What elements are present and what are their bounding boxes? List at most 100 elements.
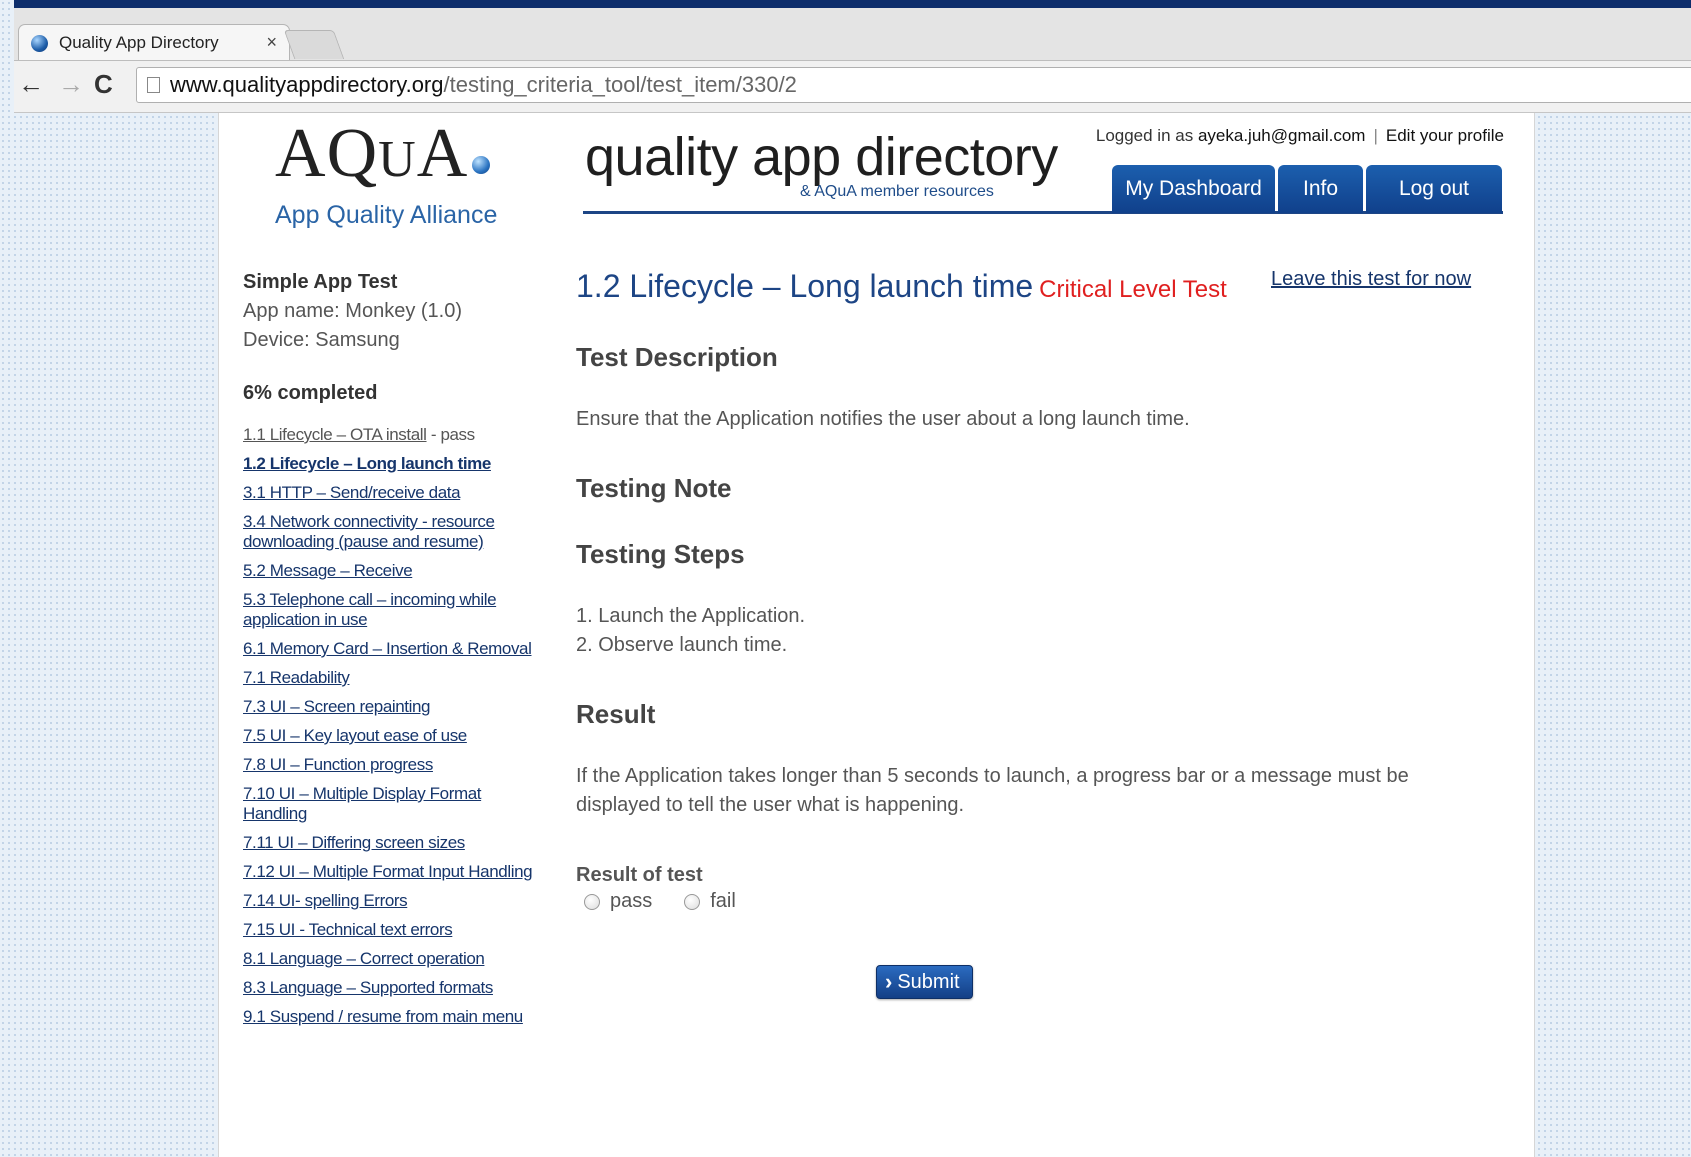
main-nav: My Dashboard Info Log out xyxy=(1112,165,1502,213)
test-item-link[interactable]: 7.15 UI - Technical text errors xyxy=(243,920,453,939)
submit-label: Submit xyxy=(897,970,960,993)
navigation-bar: ← → C www.qualityappdirectory.org/testin… xyxy=(14,61,1691,111)
logo-letter: A xyxy=(416,115,469,192)
logo-subtitle: App Quality Alliance xyxy=(275,201,498,229)
address-bar[interactable]: www.qualityappdirectory.org/testing_crit… xyxy=(136,67,1691,103)
test-item-link[interactable]: 7.1 Readability xyxy=(243,668,350,687)
test-item-link[interactable]: 7.10 UI – Multiple Display Format Handli… xyxy=(243,784,482,823)
test-item-link[interactable]: 7.5 UI – Key layout ease of use xyxy=(243,726,467,745)
tab-strip: Quality App Directory × xyxy=(14,8,1691,61)
critical-level-badge: Critical Level Test xyxy=(1039,276,1227,303)
aqua-globe-icon xyxy=(31,35,48,52)
logo-letter: Q xyxy=(326,115,379,192)
radio-pass-label: pass xyxy=(610,890,653,912)
note-heading: Testing Note xyxy=(576,473,732,503)
nav-my-dashboard[interactable]: My Dashboard xyxy=(1112,165,1275,213)
radio-button[interactable] xyxy=(584,893,600,910)
test-item-link[interactable]: 7.14 UI- spelling Errors xyxy=(243,891,408,910)
close-icon[interactable]: × xyxy=(266,32,277,53)
radio-pass[interactable]: pass xyxy=(584,890,652,913)
reload-icon[interactable]: C xyxy=(94,69,113,99)
list-item: 1.2 Lifecycle – Long launch time xyxy=(243,454,533,474)
result-of-test-label: Result of test xyxy=(576,864,703,886)
result-heading: Result xyxy=(576,699,656,729)
list-item: 7.8 UI – Function progress xyxy=(243,755,533,775)
nav-log-out[interactable]: Log out xyxy=(1366,165,1502,213)
test-item-link[interactable]: 7.8 UI – Function progress xyxy=(243,755,433,774)
test-detail: 1.2 Lifecycle – Long launch time Critical… xyxy=(576,268,1476,999)
test-item-link[interactable]: 3.1 HTTP – Send/receive data xyxy=(243,483,461,502)
back-arrow-icon[interactable]: ← xyxy=(18,69,44,99)
list-item: 7.12 UI – Multiple Format Input Handling xyxy=(243,862,533,882)
test-item-link[interactable]: 1.1 Lifecycle – OTA install xyxy=(243,425,427,444)
nav-info[interactable]: Info xyxy=(1278,165,1363,213)
list-item: 8.3 Language – Supported formats xyxy=(243,978,533,998)
list-item: 7.5 UI – Key layout ease of use xyxy=(243,726,533,746)
list-item: 3.4 Network connectivity - resource down… xyxy=(243,512,533,552)
list-item: 7.10 UI – Multiple Display Format Handli… xyxy=(243,784,533,824)
forward-arrow-icon[interactable]: → xyxy=(58,69,84,99)
radio-fail[interactable]: fail xyxy=(684,890,736,913)
test-item-link[interactable]: 7.11 UI – Differing screen sizes xyxy=(243,833,465,852)
list-item: 7.1 Readability xyxy=(243,668,533,688)
brand-subtitle: & AQuA member resources xyxy=(800,183,994,200)
url-host: www.qualityappdirectory.org xyxy=(170,72,444,97)
edit-profile-link[interactable]: Edit your profile xyxy=(1386,126,1504,145)
submit-button[interactable]: › Submit xyxy=(876,965,973,999)
logo-letter: A xyxy=(275,115,327,192)
steps-list: 1. Launch the Application. 2. Observe la… xyxy=(576,602,1476,660)
steps-heading: Testing Steps xyxy=(576,539,745,569)
test-item-link[interactable]: 5.3 Telephone call – incoming while appl… xyxy=(243,590,497,629)
aqua-logo[interactable]: AQUA App Quality Alliance xyxy=(275,119,515,230)
step-item: 1. Launch the Application. xyxy=(576,605,806,627)
test-item-list: 1.1 Lifecycle – OTA install - pass 1.2 L… xyxy=(243,425,533,1027)
list-item: 3.1 HTTP – Send/receive data xyxy=(243,483,533,503)
test-item-link[interactable]: 6.1 Memory Card – Insertion & Removal xyxy=(243,639,532,658)
user-status: Logged in as ayeka.juh@gmail.com | Edit yo… xyxy=(1096,126,1504,146)
leave-test-link[interactable]: Leave this test for now xyxy=(1271,268,1471,291)
window-top-bar xyxy=(14,0,1691,8)
test-item-link[interactable]: 7.12 UI – Multiple Format Input Handling xyxy=(243,862,533,881)
list-item: 7.14 UI- spelling Errors xyxy=(243,891,533,911)
list-item: 7.15 UI - Technical text errors xyxy=(243,920,533,940)
test-item-link[interactable]: 1.2 Lifecycle – Long launch time xyxy=(243,454,491,473)
test-item-link[interactable]: 7.3 UI – Screen repainting xyxy=(243,697,431,716)
result-text: If the Application takes longer than 5 s… xyxy=(576,765,1409,816)
user-email: ayeka.juh@gmail.com xyxy=(1197,126,1366,145)
description-heading: Test Description xyxy=(576,342,778,372)
device-name: Device: Samsung xyxy=(243,329,400,351)
browser-tab[interactable]: Quality App Directory × xyxy=(18,24,290,60)
logo-wordmark: AQUA xyxy=(275,119,515,195)
test-item-link[interactable]: 5.2 Message – Receive xyxy=(243,561,413,580)
url-text[interactable]: www.qualityappdirectory.org/testing_crit… xyxy=(170,72,797,98)
test-item-link[interactable]: 8.1 Language – Correct operation xyxy=(243,949,485,968)
app-name: App name: Monkey (1.0) xyxy=(243,300,462,322)
radio-fail-label: fail xyxy=(710,890,736,912)
browser-chrome: Quality App Directory × ← → C www.qualit… xyxy=(14,8,1691,113)
test-name: Simple App Test xyxy=(243,271,398,293)
description-text: Ensure that the Application notifies the… xyxy=(576,408,1190,430)
test-item-link[interactable]: 8.3 Language – Supported formats xyxy=(243,978,493,997)
brand-title-block: quality app directory & AQuA member reso… xyxy=(585,127,1058,200)
brand-title: quality app directory xyxy=(585,127,1058,187)
list-item: 1.1 Lifecycle – OTA install - pass xyxy=(243,425,533,445)
radio-button[interactable] xyxy=(684,893,701,910)
url-path: /testing_criteria_tool/test_item/330/2 xyxy=(443,72,797,97)
list-item: 5.2 Message – Receive xyxy=(243,561,533,581)
progress-text: 6% completed xyxy=(243,382,378,404)
test-item-status: - pass xyxy=(426,425,475,444)
chevron-right-icon: › xyxy=(885,969,893,994)
page-content: AQUA App Quality Alliance quality app di… xyxy=(218,113,1535,1157)
list-item: 9.1 Suspend / resume from main menu xyxy=(243,1007,533,1027)
list-item: 7.3 UI – Screen repainting xyxy=(243,697,533,717)
test-item-link[interactable]: 9.1 Suspend / resume from main menu xyxy=(243,1007,523,1026)
test-item-link[interactable]: 3.4 Network connectivity - resource down… xyxy=(243,512,495,551)
logo-dot-icon xyxy=(472,156,491,174)
list-item: 5.3 Telephone call – incoming while appl… xyxy=(243,590,533,630)
new-tab-button[interactable] xyxy=(283,30,345,59)
list-item: 8.1 Language – Correct operation xyxy=(243,949,533,969)
test-sidebar: Simple App Test App name: Monkey (1.0) D… xyxy=(243,268,533,1036)
logged-in-label: Logged in as xyxy=(1095,126,1198,145)
step-item: 2. Observe launch time. xyxy=(576,634,788,656)
logo-letter: U xyxy=(378,131,417,188)
